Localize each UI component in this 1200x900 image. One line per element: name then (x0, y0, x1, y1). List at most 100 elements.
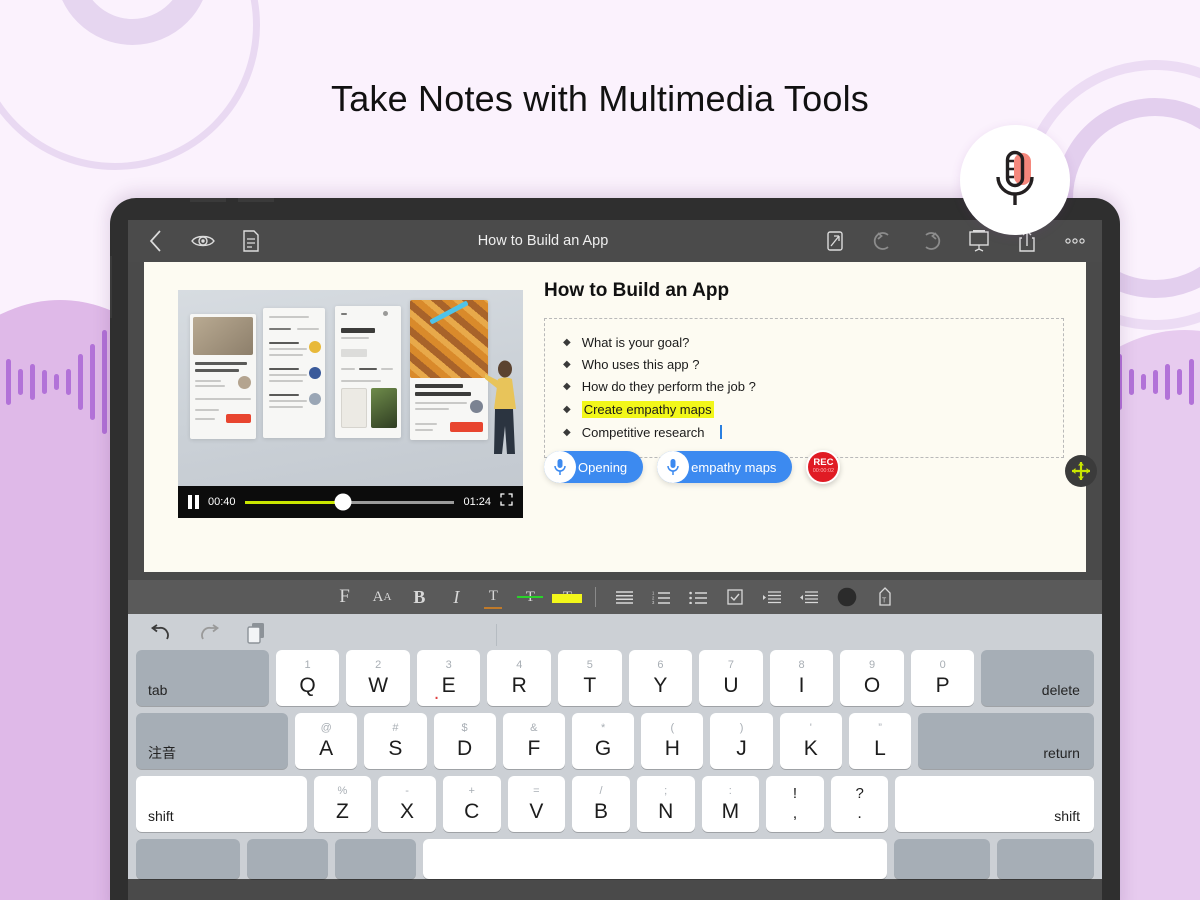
key-emoji[interactable] (247, 839, 329, 879)
list-item[interactable]: ◆ How do they perform the job ? (545, 375, 1063, 397)
video-thumbnail (178, 290, 523, 486)
redo-icon[interactable] (918, 228, 944, 254)
underline-button[interactable]: T (484, 585, 503, 609)
key-w[interactable]: 2 W (346, 650, 410, 706)
font-button[interactable]: F (336, 585, 354, 609)
key-m[interactable]: : M (701, 776, 760, 832)
key-label: I (798, 674, 805, 697)
note-canvas[interactable]: 00:40 01:24 How to Build an App ◆ What i… (144, 262, 1097, 572)
key-a[interactable]: @ A (295, 713, 358, 769)
eye-icon[interactable] (190, 228, 216, 254)
key-e[interactable]: 3 E (416, 650, 481, 706)
document-icon[interactable] (238, 228, 264, 254)
key-comma-exclaim[interactable]: ! , (766, 776, 824, 832)
key-sub-label: ? (855, 785, 864, 802)
key-period-question[interactable]: ? . (830, 776, 889, 832)
indent-icon[interactable] (763, 585, 782, 609)
key-z[interactable]: % Z (313, 776, 372, 832)
key-x[interactable]: - X (378, 776, 436, 832)
key-p[interactable]: 0 P (910, 650, 975, 706)
key-f[interactable]: & F (502, 713, 565, 769)
key-sub-label: 6 (657, 659, 664, 671)
font-size-button[interactable]: AA (373, 585, 392, 609)
note-text-area[interactable]: How to Build an App ◆ What is your goal?… (544, 280, 1097, 487)
power-button[interactable] (110, 256, 112, 318)
align-icon[interactable] (615, 585, 633, 609)
key-h[interactable]: ( H (641, 713, 704, 769)
key-d[interactable]: $ D (433, 713, 496, 769)
diamond-bullet-icon: ◆ (563, 426, 571, 438)
pause-icon[interactable] (188, 495, 199, 509)
video-progress-track[interactable] (244, 493, 455, 511)
audio-chip-opening[interactable]: Opening (544, 451, 644, 483)
key-space[interactable] (423, 839, 887, 879)
video-progress-knob[interactable] (334, 493, 352, 511)
key-k[interactable]: ' K (779, 713, 842, 769)
key-u[interactable]: 7 U (699, 650, 763, 706)
key-l[interactable]: ” L (848, 713, 912, 769)
microphone-icon (988, 148, 1042, 213)
back-chevron-icon[interactable] (142, 228, 168, 254)
volume-down-button[interactable] (238, 198, 274, 202)
key-s[interactable]: # S (364, 713, 427, 769)
keyboard-shortcut-bar (136, 620, 1094, 650)
key-q[interactable]: 1 Q (275, 650, 340, 706)
key-tab[interactable]: tab (136, 650, 269, 706)
color-circle-icon[interactable] (837, 585, 857, 609)
numbered-list-icon[interactable]: 1 2 3 (652, 585, 671, 609)
key-r[interactable]: 4 R (487, 650, 552, 706)
key-j[interactable]: ) J (710, 713, 773, 769)
expand-icon[interactable] (822, 228, 848, 254)
key-y[interactable]: 6 Y (628, 650, 693, 706)
key-b[interactable]: / B (572, 776, 630, 832)
list-item-active[interactable]: ◆ Competitive research (545, 421, 1063, 443)
text-tool-icon[interactable]: T (876, 585, 894, 609)
key-o[interactable]: 9 O (840, 650, 904, 706)
key-shift-right[interactable]: shift (895, 776, 1094, 832)
key-modifier[interactable] (335, 839, 417, 879)
redo-icon[interactable] (198, 623, 220, 647)
embedded-video[interactable]: 00:40 01:24 (178, 290, 523, 518)
key-v[interactable]: = V (507, 776, 566, 832)
presentation-icon[interactable] (966, 228, 992, 254)
strikethrough-button[interactable]: T (517, 585, 544, 609)
list-item[interactable]: ◆ Who uses this app ? (545, 353, 1063, 375)
key-label: L (874, 737, 886, 760)
key-i[interactable]: 8 I (769, 650, 834, 706)
bullet-list-icon[interactable] (689, 585, 708, 609)
record-button[interactable]: REC 00:00:02 (806, 450, 841, 484)
key-delete[interactable]: delete (981, 650, 1094, 706)
key-hide-keyboard[interactable] (997, 839, 1094, 879)
italic-button[interactable]: I (447, 585, 465, 609)
key-label: T (583, 674, 597, 697)
video-total-time: 01:24 (463, 496, 491, 508)
key-sub-label: 1 (304, 659, 311, 671)
key-shift-left[interactable]: shift (136, 776, 307, 832)
undo-icon[interactable] (870, 228, 896, 254)
bold-button[interactable]: B (410, 585, 428, 609)
undo-icon[interactable] (150, 623, 172, 647)
key-c[interactable]: + C (442, 776, 501, 832)
key-zhuyin[interactable]: 注音 (136, 713, 289, 769)
key-return[interactable]: return (918, 713, 1094, 769)
paste-icon[interactable] (246, 622, 266, 649)
outdent-icon[interactable] (800, 585, 819, 609)
move-handle-icon[interactable] (1065, 455, 1097, 487)
volume-up-button[interactable] (190, 198, 226, 202)
checkbox-icon[interactable] (726, 585, 744, 609)
key-n[interactable]: ; N (636, 776, 695, 832)
key-globe[interactable] (136, 839, 241, 879)
key-modifier-right[interactable] (893, 839, 991, 879)
key-g[interactable]: * G (571, 713, 635, 769)
more-icon[interactable] (1062, 228, 1088, 254)
key-t[interactable]: 5 T (558, 650, 622, 706)
list-item-highlighted[interactable]: ◆ Create empathy maps (545, 397, 1063, 421)
audio-chip-empathy-maps[interactable]: empathy maps (657, 451, 793, 483)
video-controls[interactable]: 00:40 01:24 (178, 486, 523, 518)
virtual-keyboard[interactable]: tab 1 Q 2 W 3 E 4 R 5 (128, 614, 1102, 879)
bullet-list-block[interactable]: ◆ What is your goal? ◆ Who uses this app… (544, 318, 1097, 487)
highlight-button[interactable]: T (552, 585, 583, 609)
fullscreen-icon[interactable] (500, 493, 513, 511)
list-item[interactable]: ◆ What is your goal? (545, 331, 1063, 353)
microphone-badge[interactable] (960, 125, 1070, 235)
